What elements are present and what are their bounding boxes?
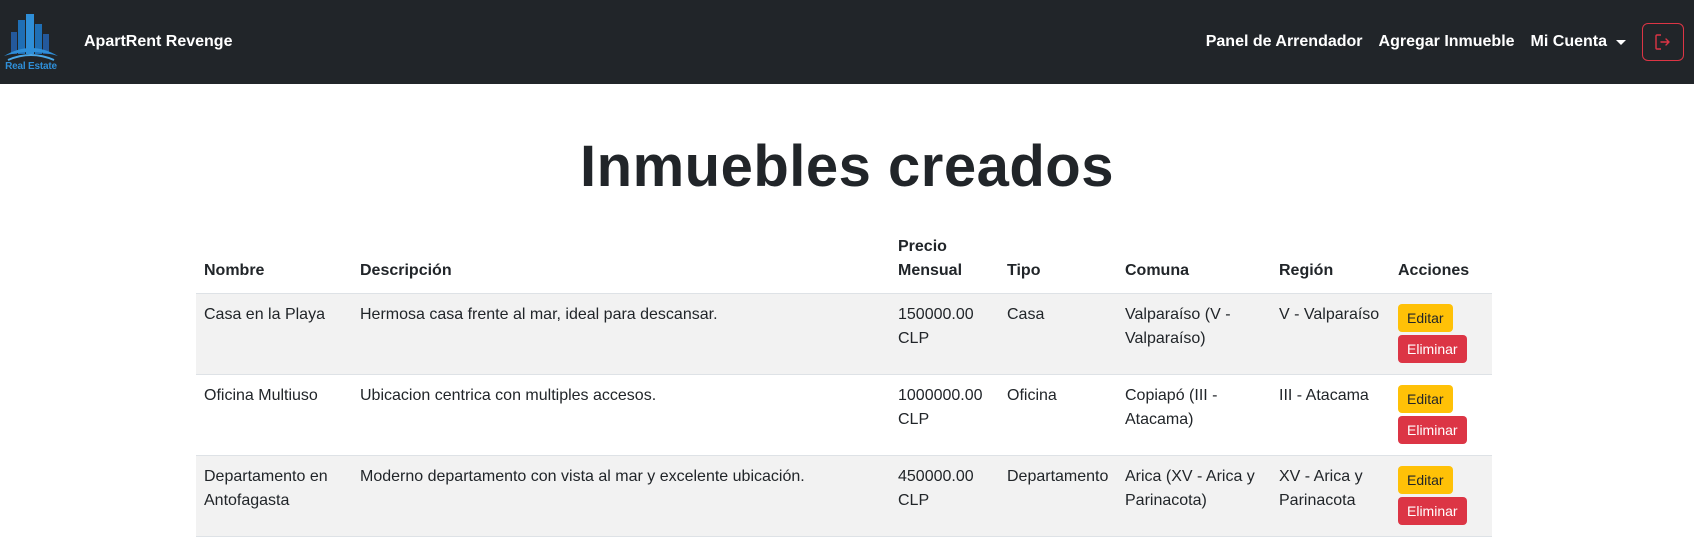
edit-button[interactable]: Editar xyxy=(1398,304,1453,332)
cell-nombre: Casa en la Playa xyxy=(196,293,352,375)
logo-tagline: Real Estate xyxy=(5,61,57,72)
edit-button[interactable]: Editar xyxy=(1398,385,1453,413)
nav-link-agregar-inmueble[interactable]: Agregar Inmueble xyxy=(1379,33,1515,51)
brand-logo[interactable]: Real Estate xyxy=(0,6,62,78)
page-title: Inmuebles creados xyxy=(580,134,1114,199)
column-header-region: Región xyxy=(1271,228,1390,294)
column-header-tipo: Tipo xyxy=(999,228,1117,294)
chevron-down-icon xyxy=(1616,39,1626,45)
cell-descripcion: Ubicacion centrica con multiples accesos… xyxy=(352,374,890,456)
brand-name[interactable]: ApartRent Revenge xyxy=(84,33,232,51)
column-header-comuna: Comuna xyxy=(1117,228,1271,294)
account-label: Mi Cuenta xyxy=(1530,33,1607,50)
edit-button[interactable]: Editar xyxy=(1398,466,1453,494)
cell-precio: 450000.00 CLP xyxy=(890,455,999,537)
nav-right: Panel de Arrendador Agregar Inmueble Mi … xyxy=(1206,23,1684,61)
top-navbar: Real Estate ApartRent Revenge Panel de A… xyxy=(0,0,1694,84)
table-header-row: Nombre Descripción Precio Mensual Tipo C… xyxy=(196,228,1492,294)
column-header-nombre: Nombre xyxy=(196,228,352,294)
row-actions: Editar Eliminar xyxy=(1398,384,1484,447)
cell-nombre: Departamento en Antofagasta xyxy=(196,455,352,537)
logout-button[interactable] xyxy=(1642,23,1684,61)
cell-precio: 1000000.00 CLP xyxy=(890,374,999,456)
cell-acciones: Editar Eliminar xyxy=(1390,374,1492,456)
logout-icon xyxy=(1655,34,1670,50)
cell-tipo: Oficina xyxy=(999,374,1117,456)
cell-region: V - Valparaíso xyxy=(1271,293,1390,375)
table-row: Oficina Multiuso Ubicacion centrica con … xyxy=(196,374,1492,456)
properties-table-container: Nombre Descripción Precio Mensual Tipo C… xyxy=(196,228,1492,537)
cell-acciones: Editar Eliminar xyxy=(1390,455,1492,537)
row-actions: Editar Eliminar xyxy=(1398,465,1484,528)
cell-precio: 150000.00 CLP xyxy=(890,293,999,375)
nav-link-panel-arrendador[interactable]: Panel de Arrendador xyxy=(1206,33,1363,51)
cell-comuna: Copiapó (III - Atacama) xyxy=(1117,374,1271,456)
column-header-precio: Precio Mensual xyxy=(890,228,999,294)
table-row: Casa en la Playa Hermosa casa frente al … xyxy=(196,293,1492,375)
table-row: Departamento en Antofagasta Moderno depa… xyxy=(196,455,1492,537)
column-header-acciones: Acciones xyxy=(1390,228,1492,294)
cell-acciones: Editar Eliminar xyxy=(1390,293,1492,375)
cell-tipo: Departamento xyxy=(999,455,1117,537)
cell-region: XV - Arica y Parinacota xyxy=(1271,455,1390,537)
cell-tipo: Casa xyxy=(999,293,1117,375)
cell-descripcion: Hermosa casa frente al mar, ideal para d… xyxy=(352,293,890,375)
cell-comuna: Valparaíso (V - Valparaíso) xyxy=(1117,293,1271,375)
account-dropdown[interactable]: Mi Cuenta xyxy=(1531,33,1626,51)
delete-button[interactable]: Eliminar xyxy=(1398,497,1467,525)
cell-comuna: Arica (XV - Arica y Parinacota) xyxy=(1117,455,1271,537)
row-actions: Editar Eliminar xyxy=(1398,303,1484,366)
cell-nombre: Oficina Multiuso xyxy=(196,374,352,456)
cell-region: III - Atacama xyxy=(1271,374,1390,456)
column-header-descripcion: Descripción xyxy=(352,228,890,294)
delete-button[interactable]: Eliminar xyxy=(1398,335,1467,363)
delete-button[interactable]: Eliminar xyxy=(1398,416,1467,444)
cell-descripcion: Moderno departamento con vista al mar y … xyxy=(352,455,890,537)
properties-table: Nombre Descripción Precio Mensual Tipo C… xyxy=(196,228,1492,537)
